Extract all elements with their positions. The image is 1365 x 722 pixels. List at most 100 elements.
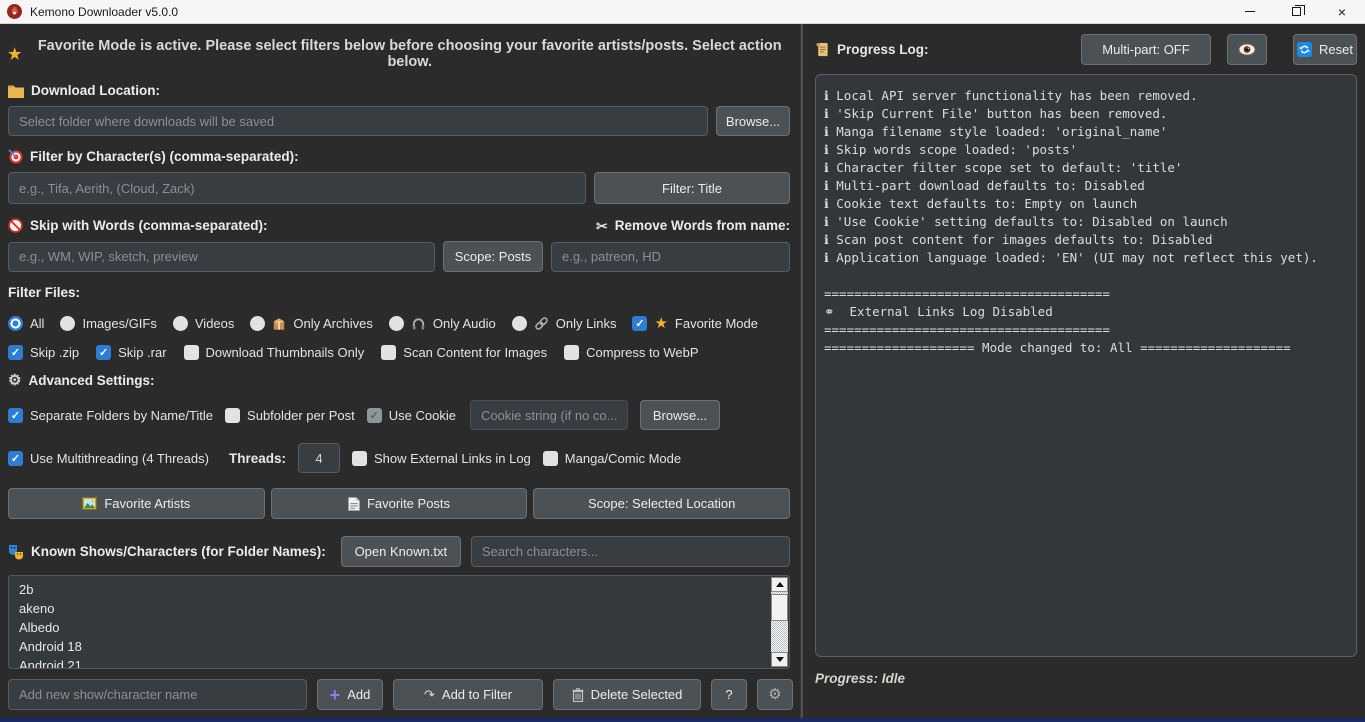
scissors-icon: ✂	[596, 219, 608, 233]
checkbox-indicator	[632, 316, 647, 331]
progress-log-output[interactable]: ℹ Local API server functionality has bee…	[815, 74, 1357, 657]
show-external-links-checkbox[interactable]: Show External Links in Log	[352, 451, 531, 466]
no-entry-icon	[8, 218, 23, 233]
checkbox-indicator	[8, 408, 23, 423]
help-button[interactable]: ?	[711, 679, 747, 710]
star-icon: ★	[8, 47, 21, 62]
skip-words-input[interactable]	[8, 242, 435, 272]
skip-scope-button[interactable]: Scope: Posts	[443, 241, 543, 272]
star-icon: ★	[654, 316, 667, 331]
filter-files-label: Filter Files:	[8, 285, 790, 300]
reset-icon	[1297, 42, 1312, 57]
restore-icon	[1292, 7, 1301, 16]
remove-words-input[interactable]	[551, 242, 790, 272]
picture-icon	[82, 497, 97, 510]
skip-zip-checkbox[interactable]: Skip .zip	[8, 345, 79, 360]
archive-box-icon	[272, 317, 286, 331]
list-item[interactable]: akeno	[9, 599, 789, 618]
browse-download-button[interactable]: Browse...	[716, 106, 790, 136]
radio-only-links[interactable]: Only Links	[512, 316, 617, 331]
headphones-icon	[411, 316, 426, 331]
download-thumbnails-checkbox[interactable]: Download Thumbnails Only	[184, 345, 365, 360]
checkbox-indicator	[381, 345, 396, 360]
arrow-down-icon	[776, 657, 784, 662]
radio-indicator	[173, 316, 188, 331]
window-bottom-border	[0, 718, 1365, 722]
add-button[interactable]: + Add	[317, 679, 383, 710]
settings-button[interactable]: ⚙	[757, 679, 793, 710]
window-title: Kemono Downloader v5.0.0	[30, 5, 178, 19]
multithreading-checkbox[interactable]: Use Multithreading (4 Threads)	[8, 451, 209, 466]
browse-cookie-button[interactable]: Browse...	[640, 400, 720, 430]
threads-label: Threads:	[229, 451, 286, 466]
scan-content-checkbox[interactable]: Scan Content for Images	[381, 345, 547, 360]
character-filter-input[interactable]	[8, 172, 586, 204]
download-location-input[interactable]	[8, 106, 708, 136]
checkbox-indicator	[543, 451, 558, 466]
checkbox-indicator	[564, 345, 579, 360]
filter-scope-button[interactable]: Filter: Title	[594, 172, 790, 204]
dart-target-icon	[8, 149, 23, 164]
character-search-input[interactable]	[471, 536, 790, 567]
checkbox-indicator	[352, 451, 367, 466]
radio-only-archives[interactable]: Only Archives	[250, 316, 372, 331]
radio-all[interactable]: All	[8, 316, 44, 331]
delete-selected-button[interactable]: Delete Selected	[553, 679, 701, 710]
reset-button[interactable]: Reset	[1293, 34, 1357, 65]
radio-indicator	[250, 316, 265, 331]
folder-icon	[8, 84, 24, 98]
minimize-button[interactable]	[1227, 0, 1273, 23]
use-cookie-checkbox[interactable]: Use Cookie	[367, 408, 456, 423]
radio-images-gifs[interactable]: Images/GIFs	[60, 316, 156, 331]
radio-indicator	[512, 316, 527, 331]
titlebar: Kemono Downloader v5.0.0 ×	[0, 0, 1365, 24]
list-item[interactable]: Albedo	[9, 618, 789, 637]
separate-folders-checkbox[interactable]: Separate Folders by Name/Title	[8, 408, 213, 423]
favorite-mode-checkbox[interactable]: ★ Favorite Mode	[632, 316, 758, 331]
scroll-up-button[interactable]	[771, 577, 788, 592]
scroll-down-button[interactable]	[771, 652, 788, 667]
multipart-toggle-button[interactable]: Multi-part: OFF	[1081, 34, 1211, 65]
banner-text: Favorite Mode is active. Please select f…	[29, 38, 790, 70]
add-to-filter-button[interactable]: ↷ Add to Filter	[393, 679, 543, 710]
open-known-txt-button[interactable]: Open Known.txt	[341, 536, 461, 567]
cookie-string-input[interactable]	[470, 400, 628, 430]
list-item[interactable]: Android 18	[9, 637, 789, 656]
radio-only-audio[interactable]: Only Audio	[389, 316, 496, 331]
arrow-up-icon	[776, 582, 784, 587]
checkbox-indicator	[8, 451, 23, 466]
list-item[interactable]: Android 21	[9, 656, 789, 669]
known-characters-list[interactable]: 2b akeno Albedo Android 18 Android 21	[8, 575, 790, 669]
minimize-icon	[1245, 11, 1255, 12]
eye-toggle-button[interactable]	[1227, 34, 1267, 65]
known-shows-label: Known Shows/Characters (for Folder Names…	[8, 544, 326, 560]
restore-button[interactable]	[1273, 0, 1319, 23]
link-icon	[534, 316, 549, 331]
character-filter-label: Filter by Character(s) (comma-separated)…	[8, 149, 790, 164]
scrollbar-thumb[interactable]	[771, 594, 788, 621]
curved-arrow-icon: ↷	[424, 688, 435, 701]
remove-words-label: ✂ Remove Words from name:	[596, 218, 790, 233]
list-item[interactable]: 2b	[9, 580, 789, 599]
favorite-artists-button[interactable]: Favorite Artists	[8, 488, 265, 519]
close-button[interactable]: ×	[1319, 0, 1365, 23]
subfolder-per-post-checkbox[interactable]: Subfolder per Post	[225, 408, 355, 423]
manga-mode-checkbox[interactable]: Manga/Comic Mode	[543, 451, 681, 466]
compress-webp-checkbox[interactable]: Compress to WebP	[564, 345, 698, 360]
radio-videos[interactable]: Videos	[173, 316, 235, 331]
checkbox-indicator	[367, 408, 382, 423]
progress-status: Progress: Idle	[815, 671, 1357, 686]
list-scrollbar[interactable]	[771, 577, 788, 667]
theater-masks-icon	[8, 544, 24, 560]
threads-input[interactable]	[298, 443, 340, 473]
close-icon: ×	[1338, 5, 1346, 19]
favorite-posts-button[interactable]: Favorite Posts	[271, 488, 528, 519]
radio-indicator	[389, 316, 404, 331]
trash-icon	[572, 688, 584, 702]
advanced-settings-label: ⚙ Advanced Settings:	[8, 373, 790, 388]
scope-selected-location-button[interactable]: Scope: Selected Location	[533, 488, 790, 519]
download-location-label: Download Location:	[8, 83, 790, 98]
add-character-input[interactable]	[8, 679, 307, 710]
skip-rar-checkbox[interactable]: Skip .rar	[96, 345, 166, 360]
plus-icon: +	[330, 686, 341, 704]
